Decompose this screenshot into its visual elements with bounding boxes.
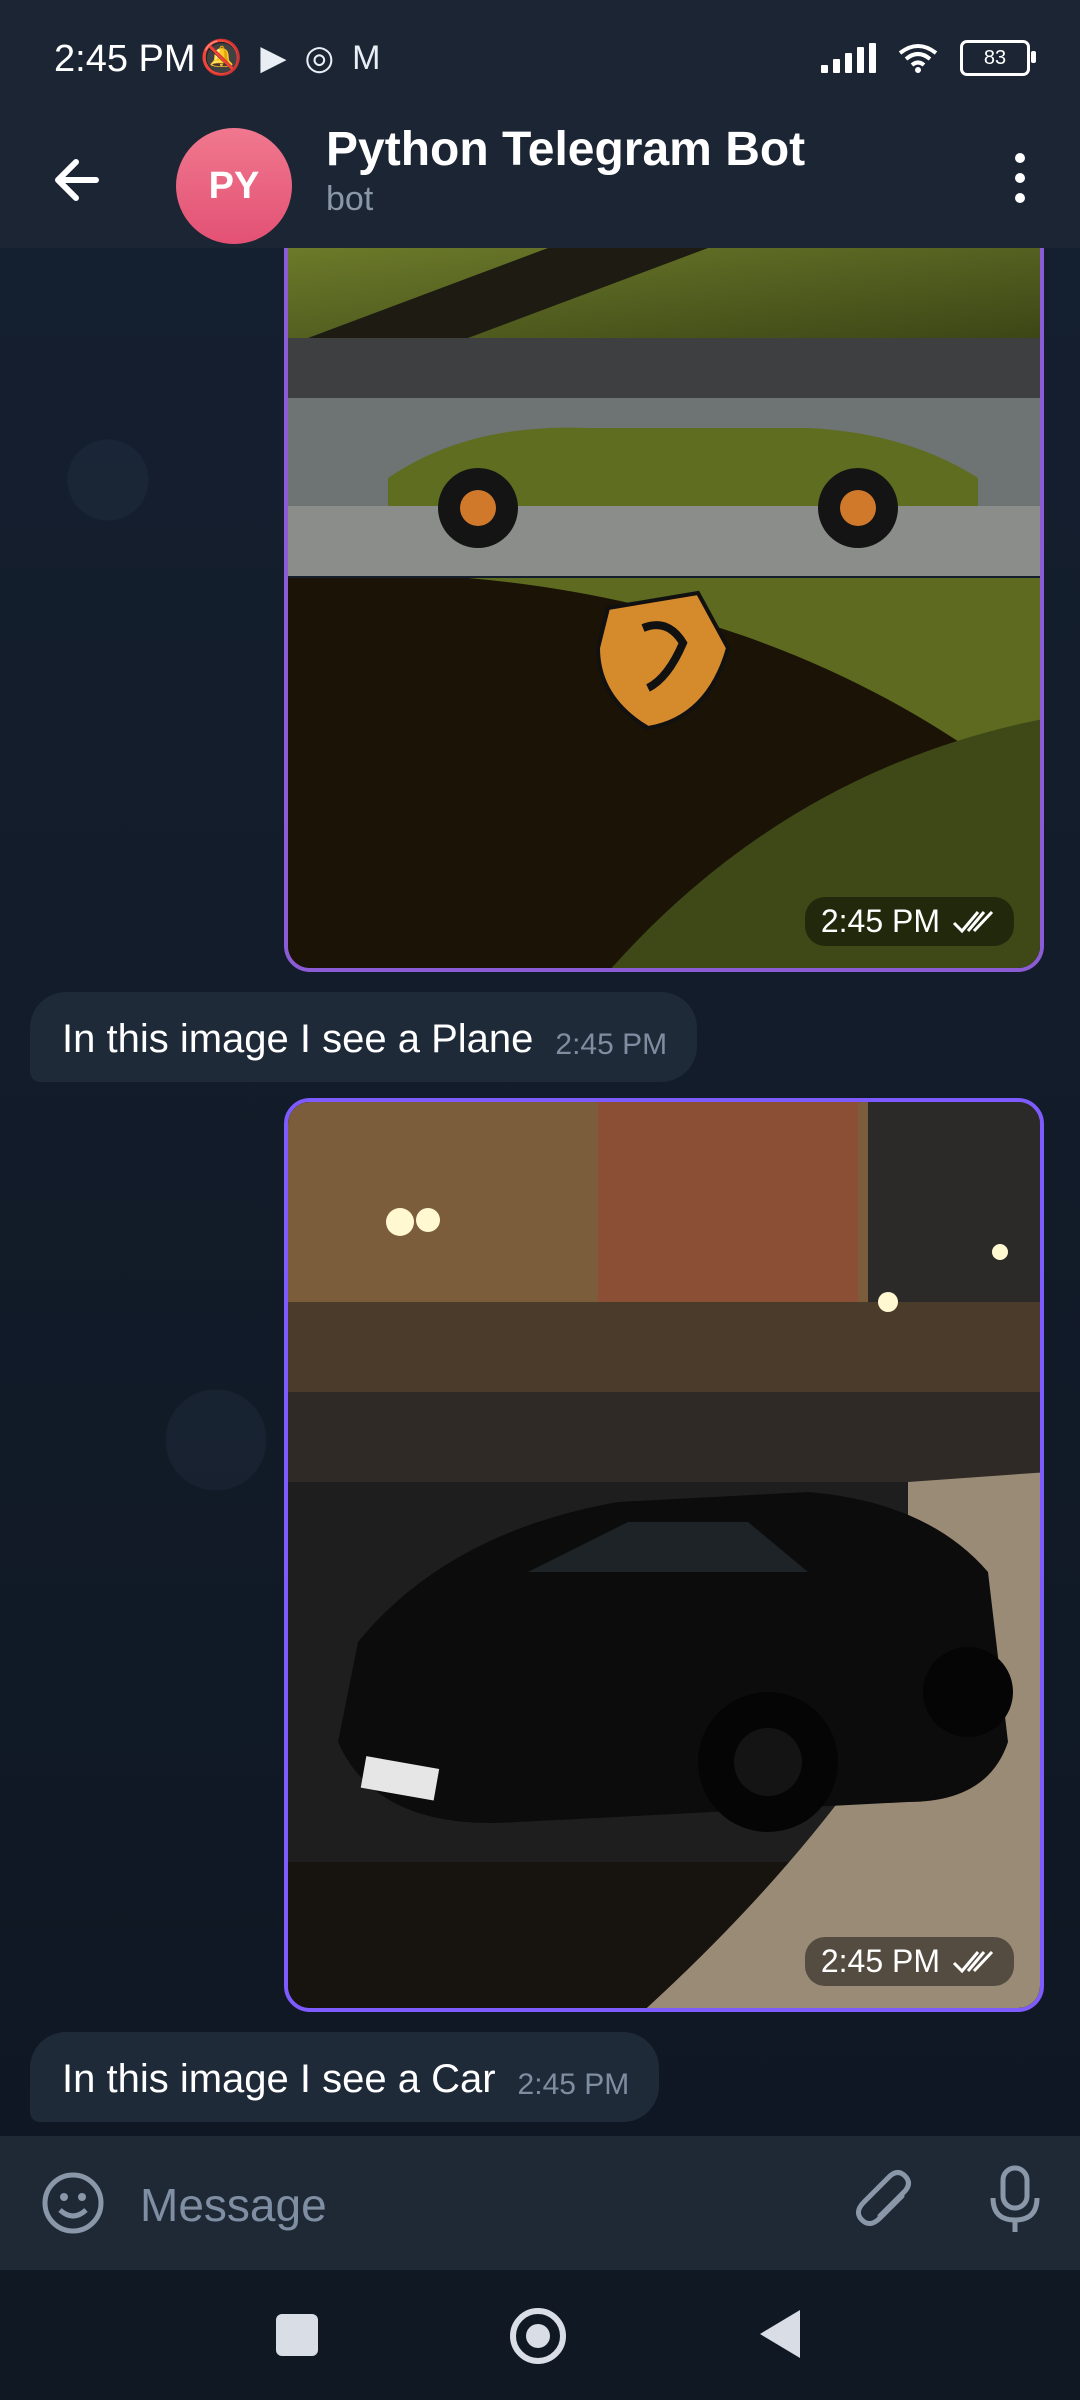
home-button[interactable] xyxy=(510,2308,566,2364)
photo-message[interactable]: 2:45 PM xyxy=(284,1098,1044,2012)
signal-icon xyxy=(821,43,876,73)
audi-photo xyxy=(288,1102,1040,2008)
notification-icons: 🔕▶◎M xyxy=(200,38,399,78)
double-check-icon xyxy=(952,1950,994,1973)
ferrari-photo xyxy=(288,248,1040,968)
play-icon: ▶ xyxy=(260,39,305,77)
message-input[interactable] xyxy=(138,2172,802,2238)
microphone-icon[interactable] xyxy=(986,2164,1044,2236)
battery-level: 83 xyxy=(983,46,1007,69)
chat-header: PY Python Telegram Bot bot xyxy=(0,120,1080,248)
system-navigation-bar xyxy=(0,2270,1080,2400)
recents-button[interactable] xyxy=(276,2314,318,2356)
message-composer xyxy=(0,2136,1080,2270)
status-bar: 2:45 PM 🔕▶◎M 83 xyxy=(0,0,1080,120)
radio-icon: ◎ xyxy=(304,39,353,77)
chat-title[interactable]: Python Telegram Bot xyxy=(326,122,805,177)
photo-timestamp: 2:45 PM xyxy=(804,1937,1014,1986)
attach-icon[interactable] xyxy=(850,2166,920,2236)
message-text: In this image I see a Car xyxy=(62,2057,496,2101)
message-time: 2:45 PM xyxy=(517,2068,630,2101)
gmail-icon: M xyxy=(352,39,399,77)
photo-time-text: 2:45 PM xyxy=(820,1943,940,1979)
more-options-button[interactable] xyxy=(1000,148,1040,208)
photo-message[interactable]: 2:45 PM xyxy=(284,248,1044,972)
battery-icon: 83 xyxy=(960,40,1036,76)
wifi-icon xyxy=(898,44,938,73)
message-text: In this image I see a Plane xyxy=(62,1017,534,1061)
avatar[interactable]: PY xyxy=(176,128,292,244)
incoming-message[interactable]: In this image I see a Plane 2:45 PM xyxy=(30,992,698,1082)
emoji-icon[interactable] xyxy=(40,2170,106,2236)
message-time: 2:45 PM xyxy=(555,1028,668,1061)
system-back-button[interactable] xyxy=(760,2310,800,2358)
double-check-icon xyxy=(952,910,994,933)
bell-off-icon: 🔕 xyxy=(200,39,261,77)
status-time: 2:45 PM xyxy=(54,38,196,80)
incoming-message[interactable]: In this image I see a Car 2:45 PM xyxy=(30,2032,660,2122)
system-indicators: 83 xyxy=(821,40,1036,76)
back-arrow-icon[interactable] xyxy=(48,150,108,210)
photo-timestamp: 2:45 PM xyxy=(804,897,1014,946)
avatar-initials: PY xyxy=(208,164,260,207)
photo-time-text: 2:45 PM xyxy=(820,903,940,939)
chat-subtitle: bot xyxy=(326,180,374,218)
